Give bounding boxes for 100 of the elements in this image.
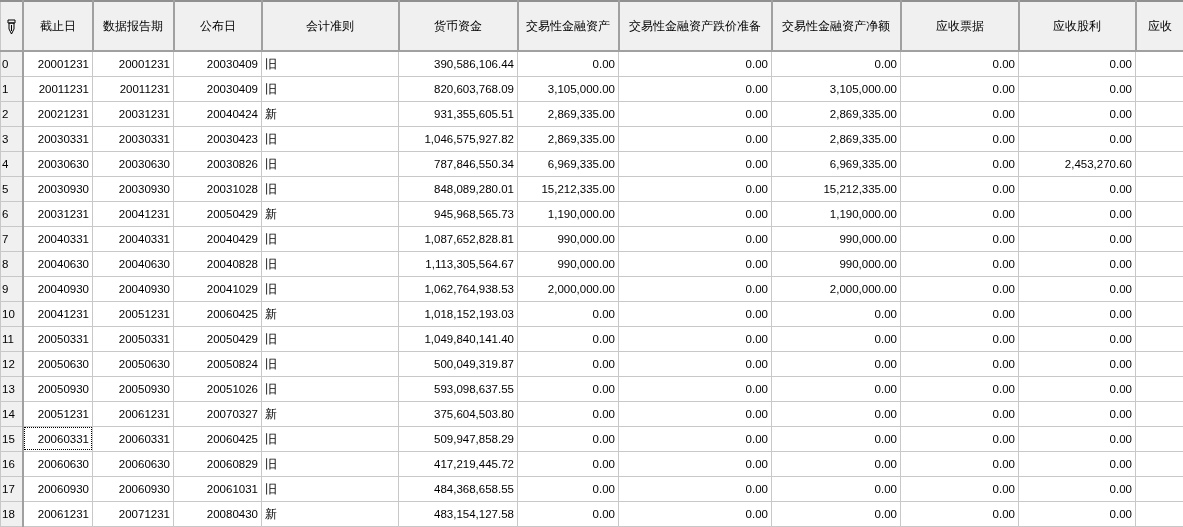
table-cell: 0.00 — [517, 501, 619, 526]
table-cell: 15,212,335.00 — [517, 176, 619, 201]
table-cell: 990,000.00 — [771, 251, 901, 276]
table-cell: 0.00 — [618, 326, 772, 351]
table-cell: 0.00 — [900, 151, 1019, 176]
column-header[interactable]: 应收票据 — [900, 1, 1019, 51]
table-cell: 20050930 — [92, 376, 174, 401]
table-cell: 0.00 — [900, 501, 1019, 526]
table-cell: 0.00 — [900, 426, 1019, 451]
row-header[interactable]: 13 — [0, 376, 23, 401]
column-header[interactable]: 交易性金融资产净额 — [771, 1, 901, 51]
column-header[interactable]: 应收 — [1135, 1, 1183, 51]
table-cell: 20050930 — [22, 376, 93, 401]
table-cell: 20061031 — [173, 476, 262, 501]
table-cell: 0.00 — [771, 51, 901, 76]
table-cell: 20050331 — [22, 326, 93, 351]
table-cell: 20060930 — [92, 476, 174, 501]
pen-icon[interactable] — [6, 18, 16, 35]
table-cell: 0.00 — [900, 401, 1019, 426]
table-cell: 483,154,127.58 — [398, 501, 518, 526]
row-header[interactable]: 11 — [0, 326, 23, 351]
column-header[interactable]: 数据报告期 — [92, 1, 174, 51]
table-cell: 0.00 — [618, 101, 772, 126]
table-cell: 0.00 — [1018, 251, 1136, 276]
table-cell: 820,603,768.09 — [398, 76, 518, 101]
table-cell: 945,968,565.73 — [398, 201, 518, 226]
table-cell: 20060425 — [173, 426, 262, 451]
table-cell: 20041231 — [22, 301, 93, 326]
table-cell: 20040630 — [22, 251, 93, 276]
table-cell: 0.00 — [1018, 451, 1136, 476]
row-header[interactable]: 5 — [0, 176, 23, 201]
table-cell: 旧 — [261, 476, 399, 501]
table-cell: 509,947,858.29 — [398, 426, 518, 451]
table-cell: 20071231 — [92, 501, 174, 526]
row-header[interactable]: 14 — [0, 401, 23, 426]
table-cell: 0.00 — [771, 451, 901, 476]
row-header[interactable]: 2 — [0, 101, 23, 126]
table-cell: 20011231 — [92, 76, 174, 101]
table-cell: 1,190,000.00 — [517, 201, 619, 226]
table-cell: 0.00 — [618, 276, 772, 301]
row-header[interactable]: 4 — [0, 151, 23, 176]
table-cell: 20001231 — [22, 51, 93, 76]
table-cell: 旧 — [261, 226, 399, 251]
column-header[interactable]: 货币资金 — [398, 1, 518, 51]
row-header[interactable]: 1 — [0, 76, 23, 101]
table-cell: 0.00 — [517, 301, 619, 326]
table-cell: 新 — [261, 401, 399, 426]
row-header[interactable]: 0 — [0, 51, 23, 76]
table-cell: 990,000.00 — [771, 226, 901, 251]
table-cell: 0.00 — [618, 351, 772, 376]
row-header[interactable]: 9 — [0, 276, 23, 301]
table-cell: 0.00 — [900, 176, 1019, 201]
table-cell: 0.00 — [618, 426, 772, 451]
column-header[interactable]: 公布日 — [173, 1, 262, 51]
table-cell: 0.00 — [900, 76, 1019, 101]
table-cell: 0.00 — [618, 201, 772, 226]
row-header[interactable]: 7 — [0, 226, 23, 251]
table-cell: 0.00 — [771, 301, 901, 326]
row-header[interactable]: 10 — [0, 301, 23, 326]
table-cell: 20001231 — [92, 51, 174, 76]
table-cell: 20011231 — [22, 76, 93, 101]
table-cell: 旧 — [261, 276, 399, 301]
table-cell: 0.00 — [771, 426, 901, 451]
table-cell: 旧 — [261, 51, 399, 76]
column-header[interactable]: 交易性金融资产 — [517, 1, 619, 51]
table-cell: 0.00 — [517, 51, 619, 76]
column-header[interactable]: 交易性金融资产跌价准备 — [618, 1, 772, 51]
table-cell: 0.00 — [517, 401, 619, 426]
column-header[interactable]: 应收股利 — [1018, 1, 1136, 51]
row-header[interactable]: 6 — [0, 201, 23, 226]
row-header[interactable]: 15 — [0, 426, 23, 451]
column-header[interactable]: 会计准则 — [261, 1, 399, 51]
column-header[interactable]: 截止日 — [22, 1, 93, 51]
table-cell: 旧 — [261, 426, 399, 451]
row-header[interactable]: 18 — [0, 501, 23, 526]
table-cell: 0.00 — [517, 351, 619, 376]
table-cell: 20040828 — [173, 251, 262, 276]
table-cell: 593,098,637.55 — [398, 376, 518, 401]
row-header[interactable]: 3 — [0, 126, 23, 151]
row-header[interactable]: 17 — [0, 476, 23, 501]
table-cell: 20060829 — [173, 451, 262, 476]
row-header[interactable]: 12 — [0, 351, 23, 376]
table-cell: 旧 — [261, 451, 399, 476]
table-cell: 0.00 — [900, 201, 1019, 226]
table-cell: 0.00 — [618, 301, 772, 326]
row-header[interactable]: 8 — [0, 251, 23, 276]
table-cell: 旧 — [261, 76, 399, 101]
table-cell: 0.00 — [618, 501, 772, 526]
table-cell: 2,869,335.00 — [771, 126, 901, 151]
row-header[interactable]: 16 — [0, 451, 23, 476]
table-cell: 20031231 — [22, 201, 93, 226]
table-cell: 20031231 — [92, 101, 174, 126]
table-cell: 20031028 — [173, 176, 262, 201]
table-cell: 20041231 — [92, 201, 174, 226]
table-cell: 20050331 — [92, 326, 174, 351]
table-cell: 990,000.00 — [517, 251, 619, 276]
table-cell: 0.00 — [1018, 201, 1136, 226]
table-cell: 931,355,605.51 — [398, 101, 518, 126]
table-cell: 0.00 — [618, 401, 772, 426]
table-cell: 20040331 — [92, 226, 174, 251]
